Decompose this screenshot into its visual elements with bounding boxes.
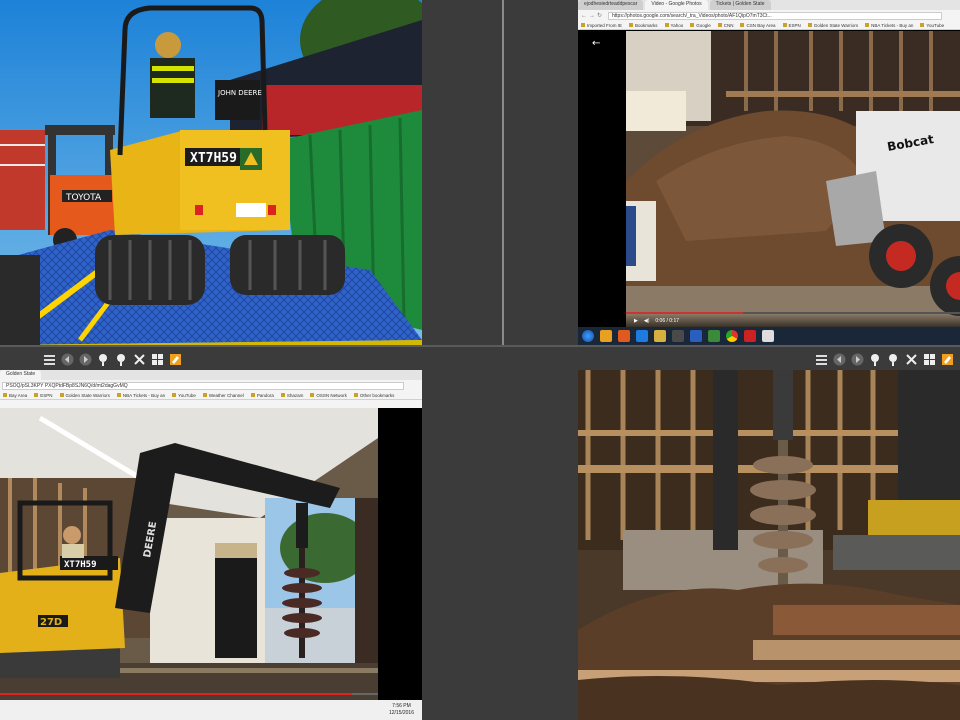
bookmark-link[interactable]: Golden State Warriors xyxy=(60,393,110,398)
clock-time: 7:56 PM xyxy=(392,703,411,709)
bookmark-link[interactable]: YouTube xyxy=(172,393,196,398)
edit-icon[interactable] xyxy=(168,352,183,367)
browser-address-bar: PSOQ/pSL3KPY PXQPtdFBp8SJN6Q/d/mt2dagGvM… xyxy=(0,380,422,391)
misc-app-icon[interactable] xyxy=(762,330,774,342)
excavator-plate-text: XT7H59 xyxy=(64,560,97,570)
dirt-pile-video-frame: Bobcat xyxy=(626,31,960,327)
bookmark-link[interactable]: OSSN Network xyxy=(310,393,347,398)
zoom-out-icon[interactable] xyxy=(886,352,901,367)
excavator-model-text: 27D xyxy=(40,617,62,628)
bookmark-link[interactable]: Pandora xyxy=(251,393,274,398)
browser-address-bar: ←→↻ https://photos.google.com/search/_tr… xyxy=(578,10,960,21)
prev-icon[interactable] xyxy=(832,352,847,367)
photos-app-icon[interactable] xyxy=(708,330,720,342)
bookmark-link[interactable]: ESPN xyxy=(34,393,52,398)
bookmark-link[interactable]: NBA Tickets - Buy an xyxy=(865,23,913,28)
bookmark-link[interactable]: Bookmarks xyxy=(629,23,658,28)
bookmark-link[interactable]: Weather Channel xyxy=(203,393,244,398)
office-app-icon[interactable] xyxy=(618,330,630,342)
bookmark-link[interactable]: Shazam xyxy=(281,393,304,398)
bookmark-link[interactable]: Google xyxy=(690,23,711,28)
screenshot-photos-video[interactable]: ejodhesiedrteaddpescar Video - Google Ph… xyxy=(578,0,960,345)
bookmark-link[interactable]: Bay Area xyxy=(3,393,27,398)
bookmark-link[interactable]: NBA Tickets - Buy an xyxy=(117,393,165,398)
bookmarks-bar: Imported From IE Bookmarks Yahoo Google … xyxy=(578,21,960,30)
close-icon[interactable] xyxy=(132,352,147,367)
bookmark-link[interactable]: Other bookmarks xyxy=(354,393,395,398)
play-icon[interactable]: ▶ xyxy=(634,318,638,324)
start-button-icon[interactable] xyxy=(582,330,594,342)
volume-icon[interactable]: ◀) xyxy=(644,318,650,324)
url-field[interactable]: PSOQ/pSL3KPY PXQPtdFBp8SJN6Q/d/mt2dagGvM… xyxy=(2,381,404,390)
video-progress-bar[interactable] xyxy=(0,693,378,695)
excavator-plate-text: XT7H59 xyxy=(190,151,237,166)
bookmark-link[interactable]: YouTube xyxy=(920,23,944,28)
browser-tab-strip: Golden State xyxy=(0,370,422,380)
zoom-in-icon[interactable] xyxy=(868,352,883,367)
bookmark-link[interactable]: ESPN xyxy=(783,23,801,28)
next-icon[interactable] xyxy=(850,352,865,367)
zoom-in-icon[interactable] xyxy=(96,352,111,367)
black-side-panel xyxy=(378,408,422,700)
browser-tab[interactable]: Tickets | Golden State xyxy=(709,0,771,10)
browser-tab[interactable]: ejodhesiedrteaddpescar xyxy=(578,0,644,10)
word-app-icon[interactable] xyxy=(690,330,702,342)
video-time: 0:06 / 0:17 xyxy=(655,317,680,324)
windows-taskbar: 7:56 PM 12/15/2016 xyxy=(0,700,422,720)
back-arrow-icon[interactable]: ← xyxy=(592,38,600,49)
video-controls: ▶ ◀) 0:06 / 0:17 xyxy=(626,314,960,327)
windows-taskbar xyxy=(578,327,960,345)
folder-app-icon[interactable] xyxy=(600,330,612,342)
media-player-app-icon[interactable] xyxy=(744,330,756,342)
bookmark-link[interactable]: Imported From IE xyxy=(581,23,622,28)
forklift-brand-text: TOYOTA xyxy=(65,193,102,203)
pane-divider-vertical xyxy=(502,0,504,345)
cab-brand-text: JOHN DEERE xyxy=(217,89,262,97)
next-icon[interactable] xyxy=(78,352,93,367)
video-progress-fill xyxy=(0,693,352,695)
clock-date: 12/15/2016 xyxy=(388,710,414,716)
excavator-trailer-image: TOYOTA XT7H59 JOHN DEERE xyxy=(0,0,422,345)
chrome-app-icon[interactable] xyxy=(726,330,738,342)
photo-auger-drilling[interactable] xyxy=(578,370,960,720)
system-clock[interactable]: 7:56 PM 12/15/2016 xyxy=(389,703,414,717)
bookmark-link[interactable]: Golden State Warriors xyxy=(808,23,858,28)
bookmark-link[interactable]: CSN Bay Area xyxy=(740,23,775,28)
grid-icon[interactable] xyxy=(150,352,165,367)
explorer-app-icon[interactable] xyxy=(654,330,666,342)
list-icon[interactable] xyxy=(814,352,829,367)
bookmarks-bar: Bay Area ESPN Golden State Warriors NBA … xyxy=(0,391,422,400)
browser-tab[interactable]: Golden State xyxy=(0,370,42,380)
pane-divider-horizontal xyxy=(0,345,960,347)
browser-tab-strip: ejodhesiedrteaddpescar Video - Google Ph… xyxy=(578,0,960,10)
edit-icon[interactable] xyxy=(940,352,955,367)
zoom-out-icon[interactable] xyxy=(114,352,129,367)
bookmark-link[interactable]: CNN xyxy=(718,23,734,28)
auger-drilling-image xyxy=(578,370,960,720)
bookmark-link[interactable]: Yahoo xyxy=(665,23,684,28)
prev-icon[interactable] xyxy=(60,352,75,367)
browser-nav-icons[interactable]: ←→↻ xyxy=(578,12,608,19)
viewer-toolbar-right xyxy=(814,348,955,370)
media-app-icon[interactable] xyxy=(672,330,684,342)
url-field[interactable]: https://photos.google.com/search/_tra_Vi… xyxy=(608,11,942,20)
close-icon[interactable] xyxy=(904,352,919,367)
screenshot-auger-video[interactable]: Golden State PSOQ/pSL3KPY PXQPtdFBp8SJN6… xyxy=(0,370,422,720)
grid-icon[interactable] xyxy=(922,352,937,367)
viewer-toolbar-left xyxy=(42,348,183,370)
ie-app-icon[interactable] xyxy=(636,330,648,342)
photo-excavator-on-trailer[interactable]: TOYOTA XT7H59 JOHN DEERE xyxy=(0,0,422,345)
excavator-auger-video-frame: XT7H59 27D DEERE xyxy=(0,408,378,700)
list-icon[interactable] xyxy=(42,352,57,367)
browser-tab[interactable]: Video - Google Photos xyxy=(645,0,708,10)
